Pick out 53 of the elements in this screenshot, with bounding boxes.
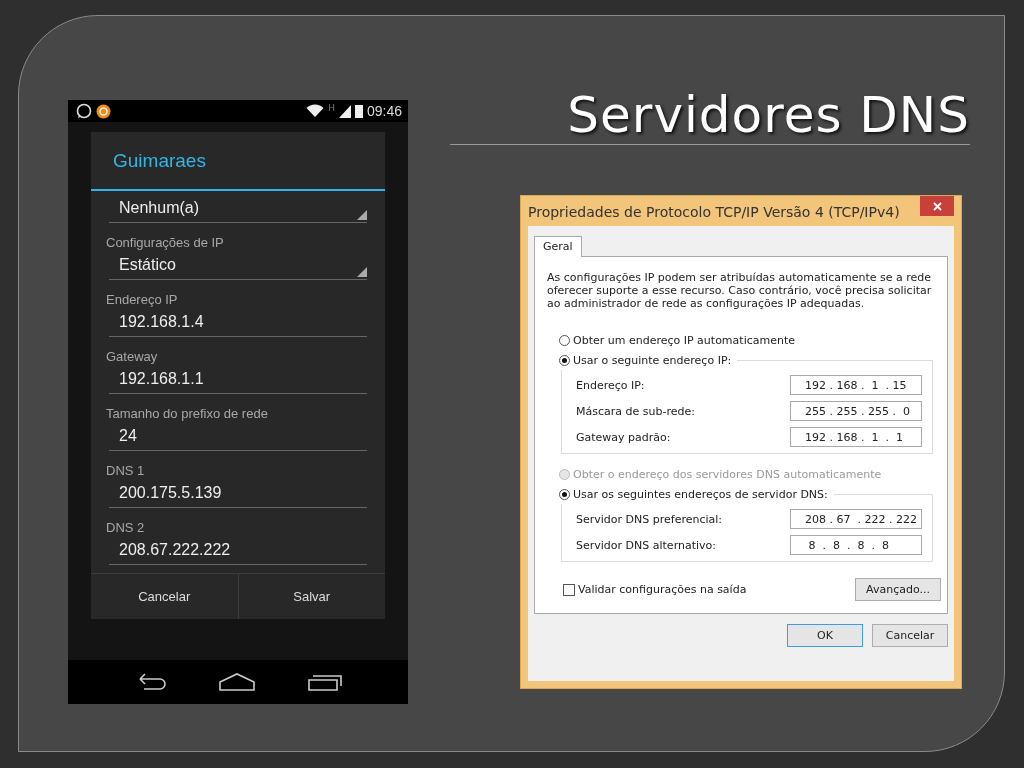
recent-apps-icon[interactable] (307, 673, 342, 691)
dialog-button[interactable]: Cancelar (91, 574, 238, 619)
battery-icon (354, 104, 363, 118)
field-label: Configurações de IP (106, 235, 225, 250)
field-label: DNS 1 (106, 463, 146, 478)
ip-address-field[interactable]: 192 . 168 . 1 . 1 (790, 427, 922, 447)
window-title: Propriedades de Protocolo TCP/IP Versão 4 (TCP/IPv4) (528, 203, 901, 220)
field-label: Gateway padrão: (576, 430, 671, 444)
dropdown-corner-icon (357, 267, 367, 277)
tab[interactable]: Geral (534, 236, 582, 257)
input-field[interactable]: 192.168.1.1 (109, 364, 367, 394)
field-label: Tamanho do prefixo de rede (106, 406, 269, 421)
field-label: Servidor DNS preferencial: (576, 512, 723, 526)
checkbox-option[interactable]: Validar configurações na saída (563, 583, 747, 596)
radio-option[interactable]: Obter um endereço IP automaticamente (559, 330, 941, 350)
app-icon (96, 103, 111, 119)
signal-icon (338, 104, 351, 118)
radio-option[interactable]: Usar os seguintes endereços de servidor DNS: (559, 484, 828, 504)
chat-bubble-icon (76, 103, 92, 119)
field-label: Máscara de sub-rede: (576, 404, 695, 418)
input-field[interactable]: 200.175.5.139 (109, 478, 367, 508)
radio-option[interactable]: Usar o seguinte endereço IP: (559, 350, 732, 370)
advanced-button[interactable]: Avançado... (855, 578, 941, 601)
intro-text: As configurações IP podem ser atribuídas automaticamente se a rede oferecer suporte a esse recurso. Caso contrário, você precisa solicitar ao administrador de rede as configurações IP adequadas. (547, 271, 933, 310)
dropdown-field[interactable]: Estático (109, 250, 367, 280)
network-type-label: H (328, 103, 335, 113)
field-label: Endereço IP: (576, 378, 645, 392)
input-field[interactable]: 24 (109, 421, 367, 451)
radio-button[interactable] (559, 354, 570, 366)
ip-address-field[interactable]: 208 . 67 . 222 . 222 (790, 509, 922, 529)
close-button[interactable] (920, 196, 954, 216)
input-field[interactable]: 208.67.222.222 (109, 535, 367, 565)
radio-button[interactable] (559, 334, 570, 346)
dialog-title: Guimaraes (91, 132, 385, 191)
field-label: Servidor DNS alternativo: (576, 538, 716, 552)
radio-button[interactable] (559, 488, 570, 500)
home-icon[interactable] (219, 673, 255, 691)
wifi-icon (306, 104, 325, 118)
field-label: Gateway (106, 349, 159, 364)
field-label: Endereço IP (106, 292, 179, 307)
ip-address-field[interactable]: 255 . 255 . 255 . 0 (790, 401, 922, 421)
close-icon (932, 201, 942, 211)
slide-title: Servidores DNS (567, 86, 970, 144)
dropdown-corner-icon (357, 210, 367, 220)
ip-address-field[interactable]: 8 . 8 . 8 . 8 (790, 535, 922, 555)
status-time: 09:46 (366, 103, 402, 119)
field-label: DNS 2 (106, 520, 146, 535)
dialog-button[interactable]: Cancelar (872, 624, 948, 647)
dialog-button[interactable]: OK (787, 624, 863, 647)
dialog-button[interactable]: Salvar (237, 574, 385, 619)
dropdown-field[interactable]: Nenhum(a) (109, 193, 367, 223)
input-field[interactable]: 192.168.1.4 (109, 307, 367, 337)
ip-address-field[interactable]: 192 . 168 . 1 . 15 (790, 375, 922, 395)
